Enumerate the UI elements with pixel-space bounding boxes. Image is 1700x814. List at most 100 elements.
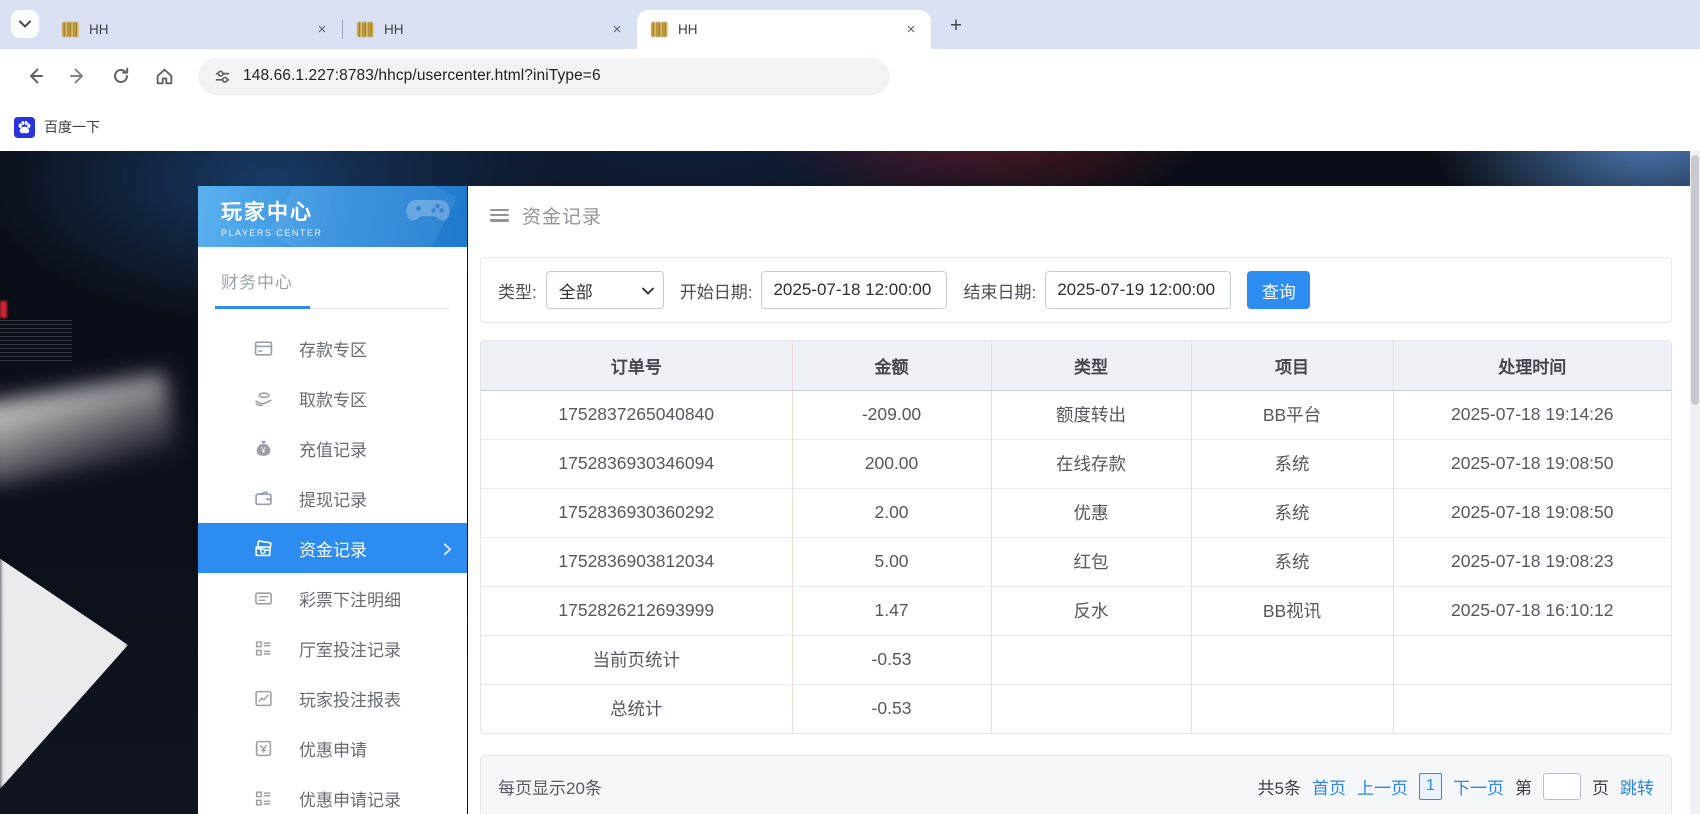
chart-report-icon (254, 689, 273, 708)
page-scrollbar[interactable] (1690, 151, 1700, 814)
finance-center-section-title: 财务中心 (221, 268, 467, 293)
table-cell: 在线存款 (991, 439, 1191, 488)
withdraw-hand-icon (254, 389, 273, 408)
browser-tab[interactable]: HH× (637, 10, 931, 49)
end-date-input[interactable] (1045, 271, 1231, 309)
table-cell: 2025-07-18 16:10:12 (1393, 586, 1671, 635)
table-cell: 2025-07-18 19:08:50 (1393, 439, 1671, 488)
svg-text:¥: ¥ (261, 445, 266, 454)
background-texture (0, 319, 72, 361)
table-cell: BB平台 (1191, 390, 1393, 439)
sidebar-item-label: 存款专区 (299, 336, 367, 361)
first-page-link[interactable]: 首页 (1312, 774, 1346, 799)
page-title: 资金记录 (522, 202, 602, 229)
wallet-icon (254, 489, 273, 508)
table-cell: 1752837265040840 (481, 390, 792, 439)
home-icon[interactable] (147, 59, 181, 93)
tab-title: HH (678, 22, 901, 37)
tab-search-button[interactable] (11, 10, 39, 38)
browser-tab-bar: HH×HH×HH× + (0, 0, 1700, 49)
sidebar-item-label: 优惠申请 (299, 736, 367, 761)
search-button[interactable]: 查询 (1247, 271, 1310, 309)
table-cell (1191, 684, 1393, 733)
browser-nav-bar: 148.66.1.227:8783/hhcp/usercenter.html?i… (0, 49, 1700, 103)
table-cell: 当前页统计 (481, 635, 792, 684)
background-triangle (0, 549, 128, 789)
table-cell: 200.00 (792, 439, 991, 488)
type-select[interactable]: 全部 (546, 271, 664, 309)
table-row: 1752836930346094200.00在线存款系统2025-07-18 1… (481, 439, 1671, 488)
section-underline (215, 306, 450, 309)
table-cell: -0.53 (792, 684, 991, 733)
sidebar-item-彩票下注明细[interactable]: 彩票下注明细 (198, 573, 467, 623)
site-favicon (357, 22, 374, 37)
coupon-icon (254, 739, 273, 758)
table-cell: 2025-07-18 19:08:23 (1393, 537, 1671, 586)
screen: HH×HH×HH× + 148.66.1.227:8783/hhcp/userc… (0, 0, 1700, 814)
table-cell: BB视讯 (1191, 586, 1393, 635)
hamburger-icon[interactable] (490, 209, 509, 222)
bookmark-bar: 百度一下 (0, 103, 1700, 151)
main-header: 资金记录 (468, 186, 1691, 244)
jump-page-input[interactable] (1543, 773, 1581, 800)
sidebar-item-label: 玩家投注报表 (299, 686, 401, 711)
address-bar[interactable]: 148.66.1.227:8783/hhcp/usercenter.html?i… (198, 58, 890, 95)
table-cell: 反水 (991, 586, 1191, 635)
sidebar-item-资金记录[interactable]: 资金记录 (198, 523, 467, 573)
table-cell: 额度转出 (991, 390, 1191, 439)
tab-strip-tabs: HH×HH×HH× (48, 0, 931, 49)
jump-suffix-label: 页 (1592, 774, 1609, 799)
table-cell: 系统 (1191, 488, 1393, 537)
table-cell: -0.53 (792, 635, 991, 684)
reload-icon[interactable] (104, 59, 138, 93)
table-cell: 1752836930346094 (481, 439, 792, 488)
sidebar-item-label: 取款专区 (299, 386, 367, 411)
pagination: 共5条 首页 上一页 1 下一页 第 页 跳转 (1258, 773, 1654, 800)
table-cell (1393, 684, 1671, 733)
chevron-right-icon (443, 541, 452, 555)
url-text[interactable]: 148.66.1.227:8783/hhcp/usercenter.html?i… (243, 67, 601, 85)
start-date-input[interactable] (761, 271, 947, 309)
players-center-subtitle: PLAYERS CENTER (221, 228, 467, 238)
scrollbar-thumb[interactable] (1691, 155, 1699, 405)
next-page-link[interactable]: 下一页 (1453, 774, 1504, 799)
sidebar-item-提现记录[interactable]: 提现记录 (198, 473, 467, 523)
table-cell: 2025-07-18 19:08:50 (1393, 488, 1671, 537)
sidebar-item-充值记录[interactable]: ¥充值记录 (198, 423, 467, 473)
table-row: 1752837265040840-209.00额度转出BB平台2025-07-1… (481, 390, 1671, 439)
new-tab-button[interactable]: + (941, 11, 971, 41)
site-settings-icon[interactable] (214, 68, 231, 85)
end-date-label: 结束日期: (963, 278, 1036, 303)
table-cell (991, 684, 1191, 733)
table-cell: 红包 (991, 537, 1191, 586)
sidebar-item-取款专区[interactable]: 取款专区 (198, 373, 467, 423)
sidebar-item-优惠申请[interactable]: 优惠申请 (198, 723, 467, 773)
filter-bar: 类型: 全部 开始日期: 结束日期: 查询 (480, 257, 1672, 323)
prev-page-link[interactable]: 上一页 (1357, 774, 1408, 799)
column-header: 类型 (991, 341, 1191, 390)
table-row: 总统计-0.53 (481, 684, 1671, 733)
bookmark-item[interactable]: 百度一下 (44, 117, 100, 137)
sidebar-item-存款专区[interactable]: 存款专区 (198, 323, 467, 373)
tab-close-icon[interactable]: × (312, 20, 332, 40)
browser-tab[interactable]: HH× (48, 10, 342, 49)
funds-table: 订单号金额类型项目处理时间 1752837265040840-209.00额度转… (480, 340, 1672, 734)
tab-close-icon[interactable]: × (901, 20, 921, 40)
back-icon[interactable] (18, 59, 52, 93)
sidebar-item-优惠申请记录[interactable]: 优惠申请记录 (198, 773, 467, 814)
browser-tab[interactable]: HH× (343, 10, 637, 49)
sidebar-item-label: 厅室投注记录 (299, 636, 401, 661)
main-panel: 资金记录 类型: 全部 开始日期: 结束日期: 查询 订单号金额类型项目处理时间 (468, 186, 1691, 814)
table-row: 17528262126939991.47反水BB视讯2025-07-18 16:… (481, 586, 1671, 635)
forward-icon[interactable] (61, 59, 95, 93)
current-page-button[interactable]: 1 (1419, 773, 1442, 800)
tab-close-icon[interactable]: × (607, 20, 627, 40)
sidebar-item-厅室投注记录[interactable]: 厅室投注记录 (198, 623, 467, 673)
table-cell: 1.47 (792, 586, 991, 635)
table-cell: 系统 (1191, 439, 1393, 488)
sidebar-item-玩家投注报表[interactable]: 玩家投注报表 (198, 673, 467, 723)
underline-accent (215, 306, 310, 309)
jump-action-link[interactable]: 跳转 (1620, 774, 1654, 799)
column-header: 处理时间 (1393, 341, 1671, 390)
table-row: 17528369303602922.00优惠系统2025-07-18 19:08… (481, 488, 1671, 537)
